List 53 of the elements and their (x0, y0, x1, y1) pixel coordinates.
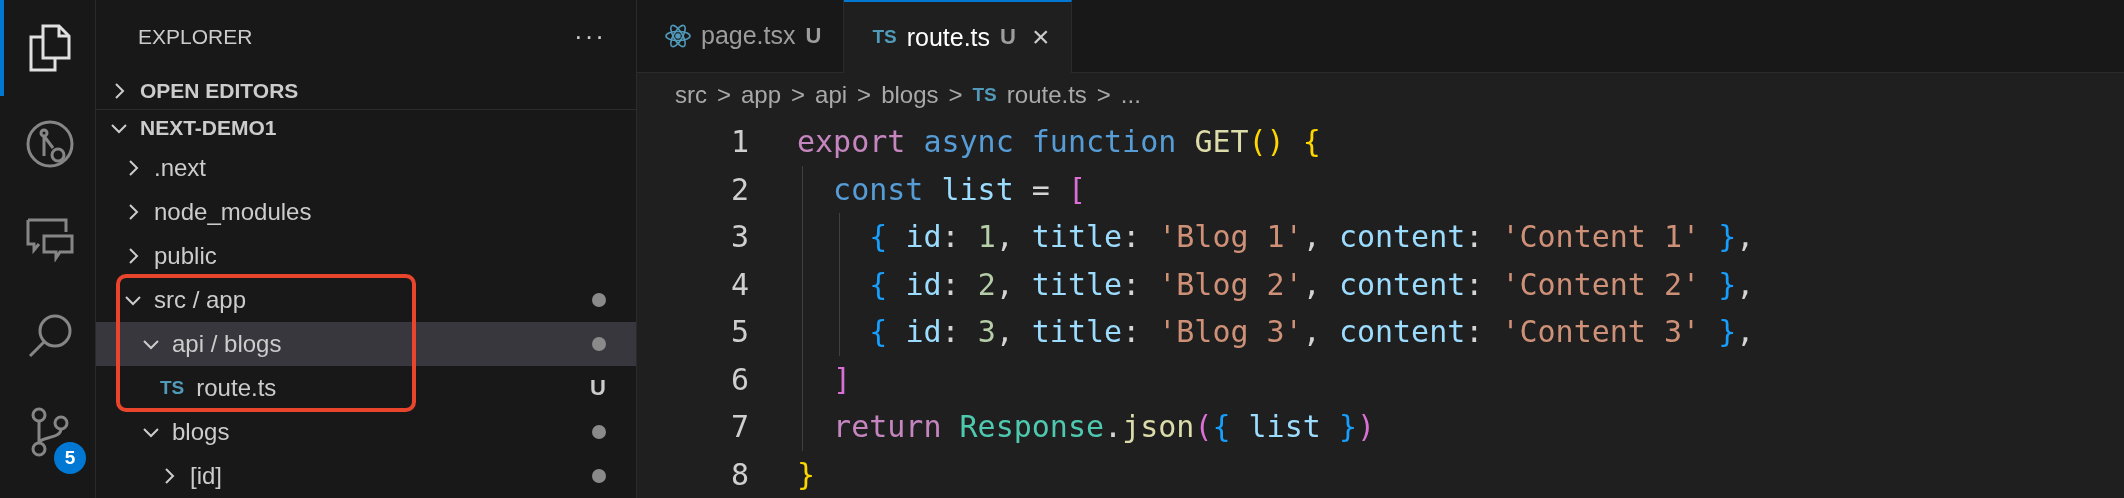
breadcrumb-item[interactable]: src (675, 81, 707, 110)
line-number: 7 (729, 409, 749, 445)
chat-icon (25, 218, 74, 262)
tree-item[interactable]: .next (96, 146, 636, 190)
code-line: const list = [ (797, 165, 1086, 213)
section-header[interactable]: NEXT-DEMO1 (96, 110, 636, 146)
tree-item[interactable]: src / app (96, 278, 636, 322)
breadcrumb-item[interactable]: blogs (881, 81, 939, 110)
tree-item[interactable]: api / blogs (96, 322, 636, 366)
code-line: { id: 1, title: 'Blog 1', content: 'Content 1' }, (797, 213, 1755, 261)
typescript-icon: TS (872, 26, 897, 49)
count-badge: 5 (54, 442, 86, 474)
tree-item[interactable]: public (96, 234, 636, 278)
code-line: export async function GET() { (797, 123, 1321, 162)
typescript-icon: TS (972, 84, 997, 107)
breadcrumb-item[interactable]: app (741, 81, 782, 110)
line-number: 3 (729, 219, 749, 255)
breadcrumb-separator: > (717, 81, 731, 110)
breadcrumb-item[interactable]: route.ts (1006, 81, 1087, 110)
editor-tab[interactable]: TS route.ts U × (844, 0, 1073, 73)
typescript-icon: TS (160, 377, 185, 399)
breadcrumb-item[interactable]: api (815, 81, 848, 110)
breadcrumb-separator: > (791, 81, 806, 110)
code-line: return Response.json({ list }) (797, 403, 1375, 451)
tree-item[interactable]: node_modules (96, 190, 636, 234)
code-line: { id: 3, title: 'Blog 3', content: 'Content 3' }, (797, 308, 1755, 356)
line-number: 6 (729, 361, 749, 397)
panel-title: EXPLORER (138, 24, 253, 49)
status-letter: U (590, 375, 606, 401)
status-letter: U (805, 22, 822, 49)
code-line: { id: 2, title: 'Blog 2', content: 'Content 2' }, (797, 260, 1755, 308)
breadcrumb-separator: > (1096, 81, 1111, 110)
status-letter: U (1000, 24, 1016, 51)
tree-item[interactable]: TS route.ts U (96, 366, 636, 410)
search-icon (26, 313, 73, 359)
line-number: 5 (729, 314, 749, 350)
section-header[interactable]: OPEN EDITORS (96, 73, 636, 111)
activity-button[interactable]: 5 (0, 384, 95, 480)
more-actions-button[interactable]: ··· (574, 21, 606, 53)
line-number: 2 (729, 171, 749, 207)
close-button[interactable]: × (1031, 20, 1050, 55)
debug-icon (24, 119, 75, 169)
breadcrumb-item[interactable]: ... (1120, 81, 1141, 110)
tree-item[interactable]: [id] (96, 454, 636, 498)
code-line: } (797, 455, 816, 494)
react-icon (665, 23, 691, 48)
line-number: 4 (729, 266, 749, 302)
breadcrumb-separator: > (857, 81, 872, 110)
tree-item[interactable]: blogs (96, 410, 636, 454)
code-line: ] (797, 355, 852, 403)
line-number: 1 (729, 124, 749, 160)
breadcrumb-separator: > (948, 81, 963, 110)
line-number: 8 (729, 456, 749, 492)
